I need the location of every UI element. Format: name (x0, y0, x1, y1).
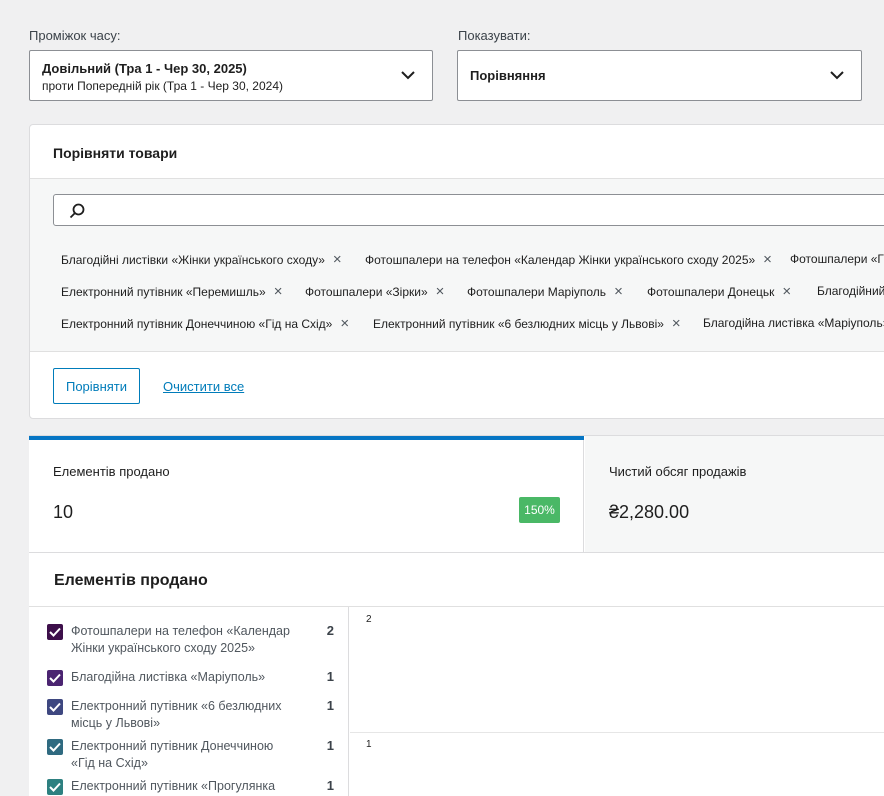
compare-button[interactable]: Порівняти (53, 368, 140, 404)
tag-item: Електронний путівник «Перемишль» × (61, 283, 283, 300)
search-input[interactable] (53, 194, 884, 226)
remove-tag-icon[interactable]: × (274, 284, 283, 299)
delta-badge: 150% (519, 497, 560, 523)
remove-tag-icon[interactable]: × (782, 284, 791, 299)
checkmark-icon (49, 742, 61, 752)
chevron-down-icon (830, 71, 844, 80)
checkbox[interactable] (47, 779, 63, 795)
chart-title: Елементів продано (54, 572, 208, 589)
chart-plot-area: 2 1 (350, 607, 884, 796)
stat-value: 10 (53, 502, 74, 522)
period-label: Проміжок часу: (29, 28, 121, 43)
show-value: Порівняння (470, 68, 546, 83)
tag-item: Фотошпалери на телефон «Календар Жінки у… (365, 251, 772, 268)
tag-item: Електронний путівник Донеччиною «Гід на … (61, 315, 350, 332)
remove-tag-icon[interactable]: × (614, 284, 623, 299)
gridline (350, 732, 884, 733)
stat-label: Елементів продано (53, 464, 170, 479)
tag-item: Фотошпалери Донецьк × (647, 283, 792, 300)
checkbox[interactable] (47, 670, 63, 686)
legend-count: 1 (326, 698, 334, 713)
compare-products-card: Порівняти товари Благодійні листівки «Жі… (29, 124, 884, 419)
checkbox[interactable] (47, 739, 63, 755)
legend-label: Благодійна листівка «Маріуполь» (71, 670, 266, 684)
tag-item: Електронний путівник «6 безлюдних місць … (373, 315, 681, 332)
tag-item: Благодійна листівка «Маріуполь» (703, 316, 884, 330)
y-tick-label: 2 (366, 614, 372, 625)
legend-item[interactable]: Електронний путівник «6 безлюдних місць … (47, 698, 337, 732)
chart-legend: Фотошпалери на телефон «Календар Жінки у… (29, 607, 349, 796)
chevron-down-icon (401, 71, 415, 80)
remove-tag-icon[interactable]: × (436, 284, 445, 299)
show-label: Показувати: (458, 28, 531, 43)
tag-item: Фотошпалери «Гі (790, 252, 884, 266)
stat-value: ₴2,280.00 (609, 502, 690, 522)
y-tick-label: 1 (366, 739, 372, 750)
chart-card: Елементів продано Фотошпалери на телефон… (29, 552, 884, 796)
remove-tag-icon[interactable]: × (333, 252, 342, 267)
legend-count: 2 (326, 623, 334, 638)
legend-label: Фотошпалери на телефон «Календар Жінки у… (71, 624, 290, 655)
remove-tag-icon[interactable]: × (763, 252, 772, 267)
legend-item[interactable]: Благодійна листівка «Маріуполь» 1 (47, 669, 337, 686)
period-value: Довільний (Тра 1 - Чер 30, 2025) (42, 61, 247, 76)
compare-title: Порівняти товари (53, 145, 178, 161)
checkmark-icon (49, 673, 61, 683)
checkmark-icon (49, 627, 61, 637)
stat-items-sold[interactable]: Елементів продано 10 150% (29, 436, 584, 553)
legend-count: 1 (326, 738, 334, 753)
remove-tag-icon[interactable]: × (672, 316, 681, 331)
remove-tag-icon[interactable]: × (340, 316, 349, 331)
clear-all-link[interactable]: Очистити все (163, 379, 244, 394)
period-compare: проти Попередній рік (Тра 1 - Чер 30, 20… (42, 79, 283, 93)
period-select[interactable]: Довільний (Тра 1 - Чер 30, 2025) проти П… (29, 50, 433, 101)
stat-net-sales[interactable]: Чистий обсяг продажів ₴2,280.00 (585, 436, 884, 553)
legend-label: Електронний путівник «6 безлюдних місць … (71, 699, 282, 730)
search-icon (69, 203, 85, 219)
tag-item: Фотошпалери Маріуполь × (467, 283, 623, 300)
legend-count: 1 (326, 669, 334, 684)
divider (30, 351, 884, 352)
active-indicator (29, 436, 584, 440)
show-select[interactable]: Порівняння (457, 50, 862, 101)
legend-label: Електронний путівник «Прогулянка (71, 779, 276, 793)
legend-count: 1 (326, 778, 334, 793)
checkbox[interactable] (47, 699, 63, 715)
tag-item: Благодійні листівки «Жінки українського … (61, 251, 342, 268)
legend-label: Електронний путівник Донеччиною «Гід на … (71, 739, 274, 770)
checkmark-icon (49, 702, 61, 712)
summary-stats: Елементів продано 10 150% Чистий обсяг п… (29, 435, 884, 553)
legend-item[interactable]: Електронний путівник «Прогулянка 1 (47, 778, 337, 795)
checkmark-icon (49, 782, 61, 792)
stat-label: Чистий обсяг продажів (609, 464, 747, 479)
tag-item: Благодійний (817, 284, 884, 298)
checkbox[interactable] (47, 624, 63, 640)
legend-item[interactable]: Електронний путівник Донеччиною «Гід на … (47, 738, 337, 772)
legend-item[interactable]: Фотошпалери на телефон «Календар Жінки у… (47, 623, 337, 657)
tag-item: Фотошпалери «Зірки» × (305, 283, 445, 300)
